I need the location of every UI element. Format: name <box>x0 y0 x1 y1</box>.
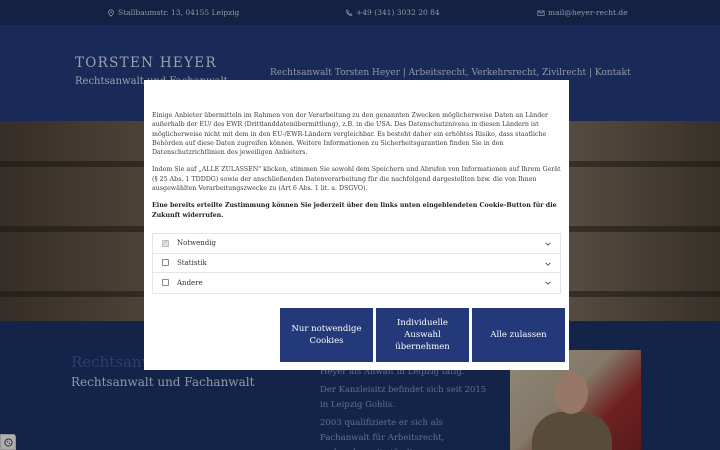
cookie-category-list: Notwendig Statistik Andere <box>152 233 561 294</box>
cookie-consent-dialog: Einige Anbieter übermitteln im Rahmen vo… <box>144 80 569 370</box>
necessary-checkbox <box>162 239 169 247</box>
other-checkbox[interactable] <box>162 279 169 287</box>
accept-all-button[interactable]: Alle zulassen <box>472 308 565 362</box>
chevron-down-icon[interactable] <box>544 240 552 248</box>
save-selection-button[interactable]: Individuelle Auswahl übernehmen <box>376 308 469 362</box>
chevron-down-icon[interactable] <box>544 279 552 287</box>
category-statistics[interactable]: Statistik <box>153 254 560 273</box>
cookie-paragraph-thirdcountry: Einige Anbieter übermitteln im Rahmen vo… <box>152 112 548 157</box>
category-other[interactable]: Andere <box>153 273 560 293</box>
cookie-text: Einige Anbieter übermitteln im Rahmen vo… <box>152 111 562 228</box>
chevron-down-icon[interactable] <box>544 260 552 268</box>
category-necessary[interactable]: Notwendig <box>153 234 560 254</box>
cookie-actions: Nur notwendige Cookies Individuelle Ausw… <box>280 308 565 362</box>
category-label: Statistik <box>177 258 207 267</box>
cookie-paragraph-revoke: Eine bereits erteilte Zustimmung können … <box>152 202 557 219</box>
category-label: Andere <box>177 278 203 287</box>
category-label: Notwendig <box>177 239 216 248</box>
necessary-only-button[interactable]: Nur notwendige Cookies <box>280 308 373 362</box>
cookie-paragraph-consent: Indem Sie auf „ALLE ZULASSEN" klicken, s… <box>152 166 561 193</box>
statistics-checkbox[interactable] <box>162 259 169 267</box>
